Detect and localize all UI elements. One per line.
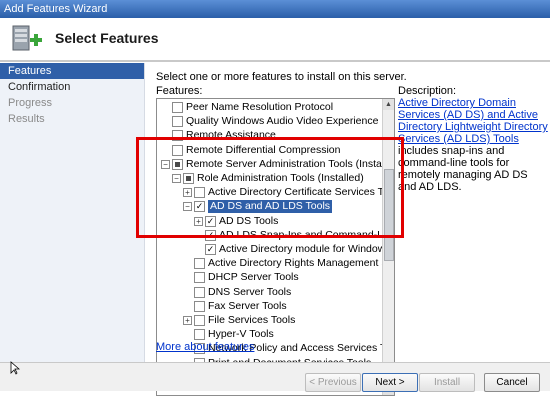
tree-item-label: DNS Server Tools	[208, 285, 292, 298]
cancel-button[interactable]: Cancel	[484, 373, 540, 392]
mouse-cursor-icon	[10, 361, 20, 375]
nav-item-progress: Progress	[8, 97, 53, 109]
features-label: Features:	[156, 85, 203, 97]
wizard-footer: < Previous Next > Install Cancel	[0, 363, 550, 392]
tree-item-label: Fax Server Tools	[208, 299, 287, 312]
next-button[interactable]: Next >	[362, 373, 418, 392]
title-bar: Add Features Wizard	[0, 0, 550, 18]
feature-checkbox[interactable]	[194, 315, 205, 326]
page-title: Select Features	[55, 30, 159, 46]
more-about-features-link[interactable]: More about features	[156, 341, 254, 353]
description-panel: Description: Active Directory Domain Ser…	[398, 85, 548, 193]
description-label: Description:	[398, 85, 457, 97]
tree-item-label: DHCP Server Tools	[208, 271, 299, 284]
scroll-up-arrow-icon[interactable]: ▲	[383, 99, 394, 110]
tree-item[interactable]: DHCP Server Tools	[157, 271, 382, 284]
description-text: includes snap-ins and command-line tools…	[398, 145, 528, 193]
install-button[interactable]: Install	[419, 373, 475, 392]
feature-checkbox[interactable]: ✓	[205, 244, 216, 255]
tree-item-label: Active Directory Rights Management Servi…	[208, 257, 394, 270]
tree-item[interactable]: DNS Server Tools	[157, 286, 382, 299]
tree-item-label: Active Directory module for Windows Powe…	[219, 243, 394, 255]
tree-item-label: Peer Name Resolution Protocol	[186, 101, 334, 113]
feature-checkbox[interactable]	[172, 116, 183, 128]
feature-checkbox[interactable]	[172, 102, 183, 113]
window-title: Add Features Wizard	[4, 3, 108, 15]
tree-item[interactable]: + File Services Tools	[157, 314, 382, 327]
feature-checkbox[interactable]	[194, 329, 205, 341]
instruction-text: Select one or more features to install o…	[156, 71, 407, 83]
tree-item-label: Quality Windows Audio Video Experience	[186, 115, 379, 128]
nav-item-results: Results	[8, 113, 45, 125]
tree-item[interactable]: Active Directory Rights Management Servi…	[157, 257, 394, 270]
expand-icon[interactable]: +	[183, 316, 192, 325]
nav-item-confirmation[interactable]: Confirmation	[0, 79, 144, 95]
previous-button[interactable]: < Previous	[305, 373, 361, 392]
feature-checkbox[interactable]	[194, 286, 205, 298]
tree-item[interactable]: Fax Server Tools	[157, 300, 382, 313]
wizard-nav: Features Confirmation Progress Results	[0, 63, 145, 363]
tree-item[interactable]: ✓Active Directory module for Windows Pow…	[157, 243, 394, 256]
nav-item-features[interactable]: Features	[0, 63, 144, 79]
tree-item[interactable]: Peer Name Resolution Protocol	[157, 101, 382, 114]
server-add-feature-icon	[12, 25, 42, 51]
tree-item[interactable]: Hyper-V Tools	[157, 328, 382, 341]
feature-checkbox[interactable]	[194, 258, 205, 270]
wizard-header: Select Features	[0, 18, 550, 60]
tree-item-label: File Services Tools	[208, 314, 296, 326]
feature-checkbox[interactable]	[194, 300, 205, 312]
highlight-box	[136, 137, 404, 238]
tree-item-label: Hyper-V Tools	[208, 328, 274, 341]
description-link[interactable]: Active Directory Domain Services (AD DS)…	[398, 97, 548, 145]
feature-checkbox[interactable]	[194, 272, 205, 284]
tree-item[interactable]: Quality Windows Audio Video Experience	[157, 115, 382, 128]
